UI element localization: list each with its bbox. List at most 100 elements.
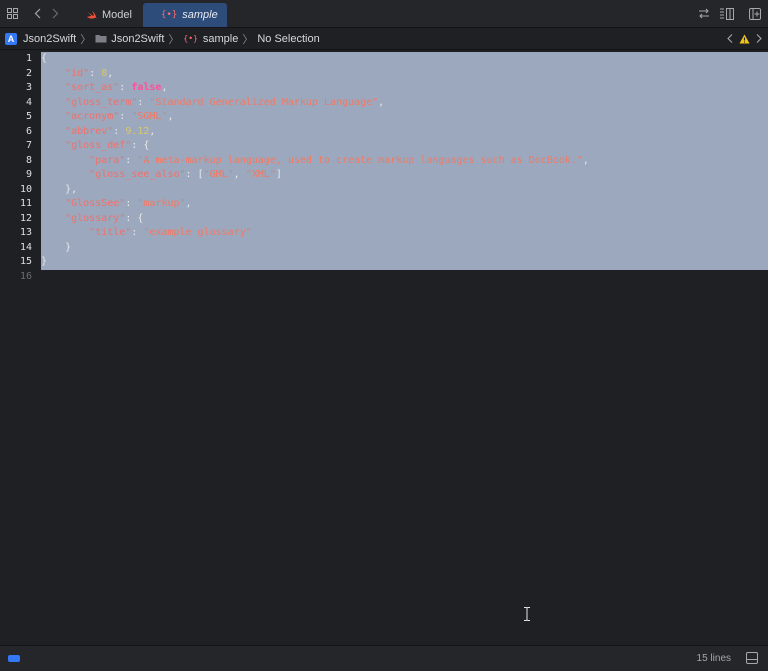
line-number: 14 <box>19 241 32 253</box>
code-token: , <box>378 96 385 108</box>
json-file-icon: {•} <box>183 34 198 43</box>
code-token: false <box>131 82 162 93</box>
code-token: "Standard Generalized Markup Language" <box>149 96 379 108</box>
tab-label: sample <box>182 9 218 21</box>
tab-label: Model <box>102 9 132 21</box>
line-number: 8 <box>25 154 32 166</box>
code-token: "gloss_term" <box>65 96 138 108</box>
code-line[interactable]: "title": "example glossary" <box>41 226 768 241</box>
code-token: : <box>119 111 132 122</box>
code-editor[interactable]: 1 2 3 4 5 6 7 8 9 10 11 12 13 14 15 16{ "id": 8, "sort_… <box>0 50 768 644</box>
code-token: ] <box>275 169 282 180</box>
code-token: : <box>119 82 132 93</box>
line-number: 1 <box>25 53 32 64</box>
code-token: "id" <box>65 67 90 79</box>
line-number: 5 <box>25 111 32 122</box>
code-token: : <box>89 67 102 79</box>
grid-icon[interactable] <box>4 0 20 27</box>
breadcrumb-file[interactable]: {•} sample <box>183 33 238 45</box>
code-token: : <box>113 125 126 137</box>
code-token: 9.12 <box>125 125 150 137</box>
tab-model[interactable]: Model <box>80 3 140 27</box>
code-token: { <box>41 53 48 64</box>
code-line[interactable]: { <box>41 52 768 67</box>
code-line[interactable]: "GlossSee": "markup", <box>41 197 768 212</box>
code-token: "A meta-markup language, used to create … <box>137 154 583 166</box>
code-token: "GlossSee" <box>65 198 126 209</box>
code-line[interactable]: "id": 8, <box>41 66 768 81</box>
chevron-right-icon[interactable] <box>48 0 62 27</box>
code-line[interactable]: } <box>41 255 768 270</box>
chevron-right-icon[interactable] <box>756 34 762 43</box>
line-number: 16 <box>19 270 32 282</box>
debug-area-toggle-icon[interactable] <box>8 655 20 662</box>
chevron-right-icon: 〉 <box>80 33 92 46</box>
code-line[interactable]: "gloss_term": "Standard Generalized Mark… <box>41 95 768 110</box>
line-number: 6 <box>25 125 32 137</box>
code-line[interactable]: }, <box>41 182 768 197</box>
code-token: "para" <box>89 154 126 166</box>
editor-options-icon[interactable] <box>718 0 736 27</box>
code-token: } <box>41 241 72 253</box>
code-line[interactable]: "gloss_see_also": ["GML", "XML"] <box>41 168 768 183</box>
line-number: 13 <box>19 227 32 238</box>
breadcrumb-folder[interactable]: Json2Swift <box>95 33 164 45</box>
tab-bar: Model {•} sample <box>0 0 768 28</box>
line-number: 10 <box>19 183 32 195</box>
code-line[interactable]: "gloss_def": { <box>41 139 768 154</box>
code-token: "title" <box>89 227 132 238</box>
code-line[interactable]: "para": "A meta-markup language, used to… <box>41 153 768 168</box>
code-token: "markup" <box>137 198 186 209</box>
code-token: , <box>185 198 192 209</box>
line-number: 12 <box>19 212 32 224</box>
code-line[interactable]: "sort_as": false, <box>41 81 768 96</box>
json-file-icon: {•} <box>161 10 178 20</box>
tab-sample[interactable]: {•} sample <box>143 3 227 27</box>
code-line[interactable]: } <box>41 240 768 255</box>
code-token: , <box>149 125 156 137</box>
code-token: "sort_as" <box>65 82 120 93</box>
folder-icon <box>95 35 107 43</box>
panel-toggle-icon[interactable] <box>746 652 758 664</box>
code-token: "XML" <box>245 169 276 180</box>
chevron-left-icon[interactable] <box>727 34 733 43</box>
code-token: "GML" <box>203 169 234 180</box>
breadcrumb-project-label: Json2Swift <box>23 32 77 45</box>
code-line[interactable]: "glossary": { <box>41 211 768 226</box>
code-token: : { <box>125 212 144 224</box>
breadcrumb: A Json2Swift 〉 Json2Swift 〉 {•} sample 〉… <box>0 28 768 50</box>
line-number: 3 <box>25 82 32 93</box>
chevron-left-icon[interactable] <box>30 0 44 27</box>
code-token: "gloss_see_also" <box>89 169 186 180</box>
code-token: "glossary" <box>65 212 126 224</box>
code-line[interactable]: "acronym": "SGML", <box>41 110 768 125</box>
code-token: "acronym" <box>65 111 120 122</box>
code-token: }, <box>41 183 78 195</box>
code-line[interactable]: "abbrev": 9.12, <box>41 124 768 139</box>
code-token: , <box>161 82 168 93</box>
line-number: 2 <box>25 67 32 79</box>
add-editor-icon[interactable] <box>748 0 762 27</box>
line-number: 9 <box>25 169 32 180</box>
swift-file-icon <box>87 10 97 19</box>
line-count: 15 lines <box>696 653 731 664</box>
line-number: 11 <box>19 198 32 209</box>
chevron-right-icon: 〉 <box>168 33 180 46</box>
warning-icon[interactable] <box>739 34 750 44</box>
text-cursor-icon <box>524 607 530 621</box>
breadcrumb-project[interactable]: A Json2Swift <box>0 32 77 45</box>
breadcrumb-file-label: sample <box>202 32 239 45</box>
breadcrumb-selection[interactable]: No Selection <box>257 33 319 45</box>
code-token: : [ <box>185 169 204 180</box>
swap-arrows-icon[interactable] <box>697 0 711 27</box>
code-token: : <box>131 227 144 238</box>
